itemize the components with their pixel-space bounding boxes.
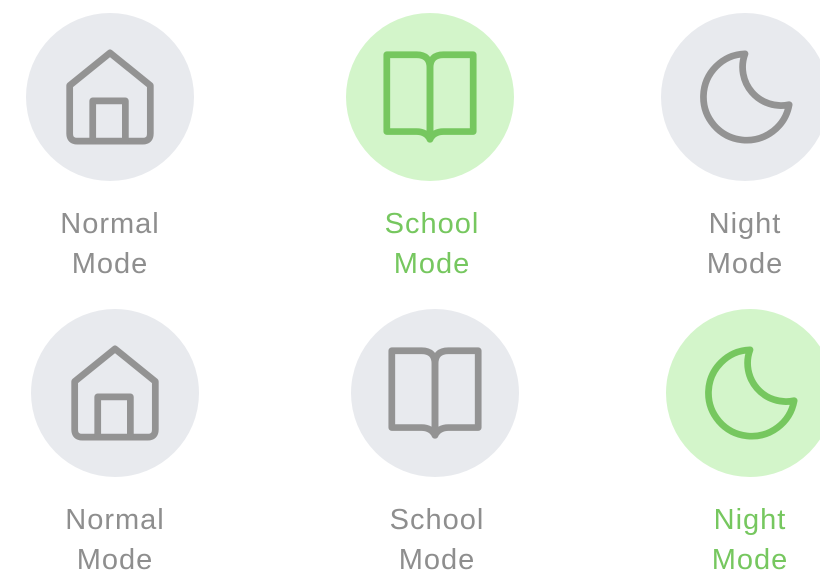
normal-mode-label: Normal Mode: [60, 208, 160, 280]
book-icon: [383, 51, 477, 143]
night-mode-icon-circle: [666, 309, 820, 477]
home-icon: [71, 345, 159, 441]
normal-mode-icon-circle: [26, 13, 194, 181]
night-mode-icon-circle: [661, 13, 820, 181]
school-mode-label: School Mode: [384, 208, 480, 280]
school-mode-label: School Mode: [389, 504, 485, 576]
moon-icon: [700, 50, 793, 144]
book-icon: [388, 347, 482, 439]
moon-icon: [705, 346, 798, 440]
normal-mode-icon-circle: [31, 309, 199, 477]
school-mode-icon-circle: [346, 13, 514, 181]
normal-mode-label: Normal Mode: [65, 504, 165, 576]
home-icon: [66, 49, 154, 145]
night-mode-label: Night Mode: [711, 504, 789, 576]
school-mode-icon-circle: [351, 309, 519, 477]
night-mode-label: Night Mode: [706, 208, 784, 280]
